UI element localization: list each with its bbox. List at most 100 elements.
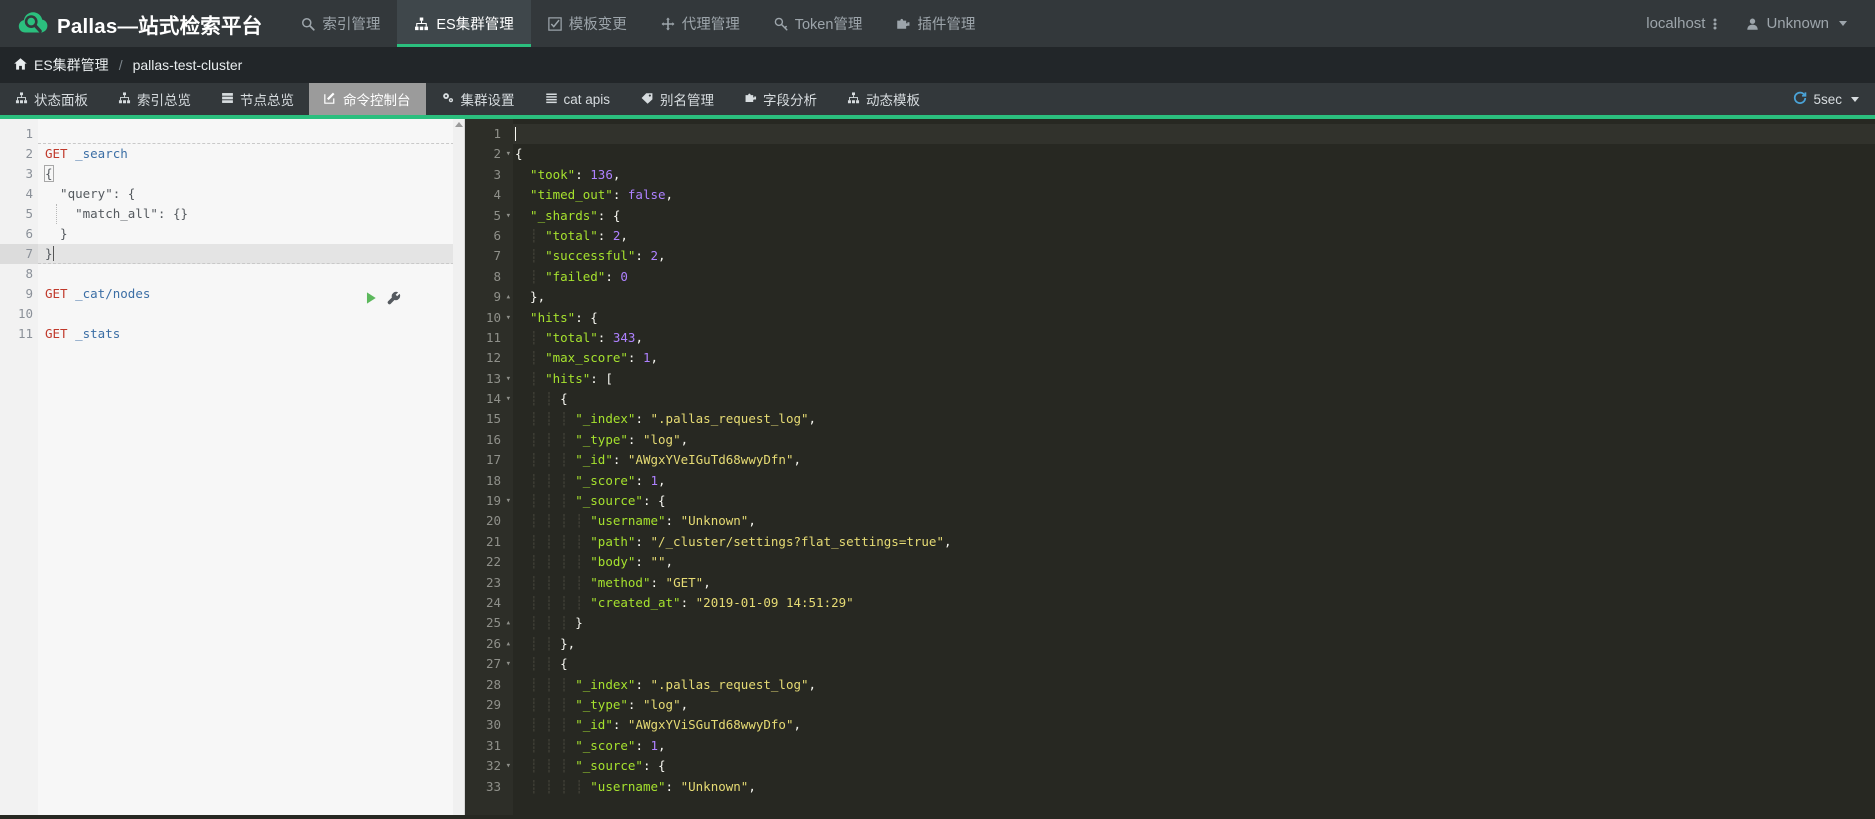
tab-label: 索引总览 xyxy=(137,93,191,108)
nav-item-label: 插件管理 xyxy=(917,17,976,33)
response-gutter: 1 2 ▾ 3 4 5 ▾ 6 7 8 9 ▴ 10 ▾ 11 12 13 ▾ 14 ▾ 1… xyxy=(465,119,513,815)
main-nav: 索引管理 ES集群管理 模板变更 代理管理 Token管理 插件管理 xyxy=(284,0,992,47)
gutter-line: 2 xyxy=(25,146,33,161)
fold-toggle[interactable]: ▾ xyxy=(502,144,511,164)
list-icon xyxy=(545,92,558,107)
nav-item-plugin-management[interactable]: 插件管理 xyxy=(879,0,992,47)
fold-toggle[interactable]: ▾ xyxy=(502,756,511,776)
code-line: ┊ ┊ ┊ "_score": 1, xyxy=(515,737,666,753)
fold-toggle[interactable]: ▾ xyxy=(502,206,511,226)
nav-host-selector[interactable]: localhost xyxy=(1632,0,1732,47)
tab-label: 命令控制台 xyxy=(343,93,411,108)
gutter-line: 13 ▾ xyxy=(465,369,513,389)
sitemap-icon xyxy=(118,91,131,107)
code-line: ┊ ┊ ┊ "_type": "log", xyxy=(515,431,689,447)
wrench-icon[interactable] xyxy=(387,291,401,310)
breadcrumb-root-label: ES集群管理 xyxy=(34,57,109,73)
sitemap-icon xyxy=(15,91,28,107)
breadcrumb-separator: / xyxy=(118,57,123,73)
user-icon xyxy=(1746,17,1759,31)
gutter-line: 26 ▴ xyxy=(465,634,513,654)
breadcrumb: ES集群管理 / pallas-test-cluster xyxy=(0,47,1875,83)
code-line: ┊ "hits": [ xyxy=(515,370,613,386)
refresh-interval-label: 5sec xyxy=(1813,91,1842,107)
play-icon[interactable] xyxy=(364,291,378,310)
nav-user-label: Unknown xyxy=(1766,15,1829,32)
cluster-tabs: 状态面板 索引总览 节点总览 命令控制台 集群设置 cat apis 别名管理 … xyxy=(0,83,1875,119)
gutter-line: 3 xyxy=(493,166,501,182)
gutter-line: 3▾ xyxy=(0,164,47,184)
nav-item-index-management[interactable]: 索引管理 xyxy=(284,0,397,47)
gutter-line: 9 xyxy=(25,286,33,301)
tab-command-console[interactable]: 命令控制台 xyxy=(309,83,426,115)
code-line: "_shards": { xyxy=(515,207,621,223)
code-line: "took": 136, xyxy=(515,166,621,182)
gutter-line: 21 xyxy=(485,533,501,549)
tab-alias-management[interactable]: 别名管理 xyxy=(625,83,729,115)
tab-index-overview[interactable]: 索引总览 xyxy=(103,83,206,115)
fold-toggle[interactable]: ▾ xyxy=(502,308,511,328)
code-line: ┊ "total": 343, xyxy=(515,329,643,345)
tab-cat-apis[interactable]: cat apis xyxy=(530,83,626,115)
request-code-area[interactable]: GET _search { "query": { "match_all": {}… xyxy=(38,119,464,815)
nav-user-menu[interactable]: Unknown xyxy=(1732,0,1861,47)
response-code-area[interactable]: { "took": 136, "timed_out": false, "_sha… xyxy=(513,119,1875,815)
nav-item-proxy-management[interactable]: 代理管理 xyxy=(644,0,757,47)
code-line: ┊ ┊ ┊ "_id": "AWgxYVeIGuTd68wwyDfn", xyxy=(515,452,802,468)
brand[interactable]: Pallas—站式检索平台 xyxy=(10,0,284,47)
gutter-line: 4▾ xyxy=(0,184,47,204)
code-line: ┊ ┊ }, xyxy=(515,635,576,651)
gutter-line: 7▴ xyxy=(0,244,47,264)
code-line: ┊ ┊ ┊ "_id": "AWgxYViSGuTd68wwyDfo", xyxy=(515,717,802,733)
chevron-down-icon xyxy=(1851,96,1859,102)
code-line: ┊ "failed": 0 xyxy=(515,268,628,284)
request-gutter: 1 2 3▾ 4▾ 5 6▴ 7▴ 8 9 10 11 xyxy=(0,119,47,815)
request-editor-scrollbar[interactable] xyxy=(453,119,464,815)
code-line xyxy=(38,124,464,144)
scroll-up-icon[interactable] xyxy=(454,122,463,127)
fold-toggle[interactable]: ▾ xyxy=(502,369,511,389)
gutter-line: 7 xyxy=(493,248,501,264)
breadcrumb-root[interactable]: ES集群管理 xyxy=(13,55,109,75)
fold-toggle[interactable]: ▾ xyxy=(502,491,511,511)
tab-status-panel[interactable]: 状态面板 xyxy=(0,83,103,115)
gutter-line: 25 ▴ xyxy=(465,613,513,633)
code-line: ┊ ┊ ┊ "_type": "log", xyxy=(515,696,689,712)
fold-toggle[interactable]: ▾ xyxy=(502,389,511,409)
code-line: ┊ ┊ ┊ } xyxy=(515,615,583,631)
code-line: } xyxy=(38,244,464,264)
tab-node-overview[interactable]: 节点总览 xyxy=(206,83,309,115)
fold-toggle[interactable]: ▴ xyxy=(502,613,511,633)
nav-item-es-cluster-management[interactable]: ES集群管理 xyxy=(397,0,532,47)
cogs-icon xyxy=(441,91,455,107)
gutter-line: 10 xyxy=(17,306,33,321)
refresh-interval-selector[interactable]: 5sec xyxy=(1793,83,1875,115)
sitemap-icon xyxy=(414,17,429,31)
gutter-line: 15 xyxy=(485,411,501,427)
nav-item-template-change[interactable]: 模板变更 xyxy=(531,0,644,47)
server-icon xyxy=(221,92,234,107)
code-line: { xyxy=(515,146,523,162)
response-viewer-pane[interactable]: 1 2 ▾ 3 4 5 ▾ 6 7 8 9 ▴ 10 ▾ 11 12 13 ▾ 14 ▾ 1… xyxy=(465,119,1875,815)
gutter-line: 8 xyxy=(493,268,501,284)
breadcrumb-current: pallas-test-cluster xyxy=(132,57,243,73)
fold-toggle[interactable]: ▴ xyxy=(502,634,511,654)
code-line: ┊ "max_score": 1, xyxy=(515,350,659,366)
gutter-line: 17 xyxy=(485,452,501,468)
tab-dynamic-template[interactable]: 动态模板 xyxy=(832,83,935,115)
gutter-line: 5 ▾ xyxy=(465,206,513,226)
code-line: } xyxy=(45,226,68,241)
tab-cluster-settings[interactable]: 集群设置 xyxy=(426,83,530,115)
gutter-line: 31 xyxy=(485,737,501,753)
nav-item-token-management[interactable]: Token管理 xyxy=(757,0,880,47)
code-line: ┊ ┊ ┊ "_source": { xyxy=(515,758,666,774)
code-line: ┊ ┊ ┊ ┊ "created_at": "2019-01-09 14:51:… xyxy=(515,594,854,610)
fold-toggle[interactable]: ▾ xyxy=(502,654,511,674)
gutter-line: 5 xyxy=(25,206,33,221)
tab-label: cat apis xyxy=(563,91,611,107)
gutter-line: 2 ▾ xyxy=(465,144,513,164)
request-editor-pane[interactable]: 1 2 3▾ 4▾ 5 6▴ 7▴ 8 9 10 11 GET _search … xyxy=(0,119,465,815)
fold-toggle[interactable]: ▴ xyxy=(502,287,511,307)
search-key-icon xyxy=(774,17,788,31)
tab-field-analysis[interactable]: 字段分析 xyxy=(729,83,832,115)
